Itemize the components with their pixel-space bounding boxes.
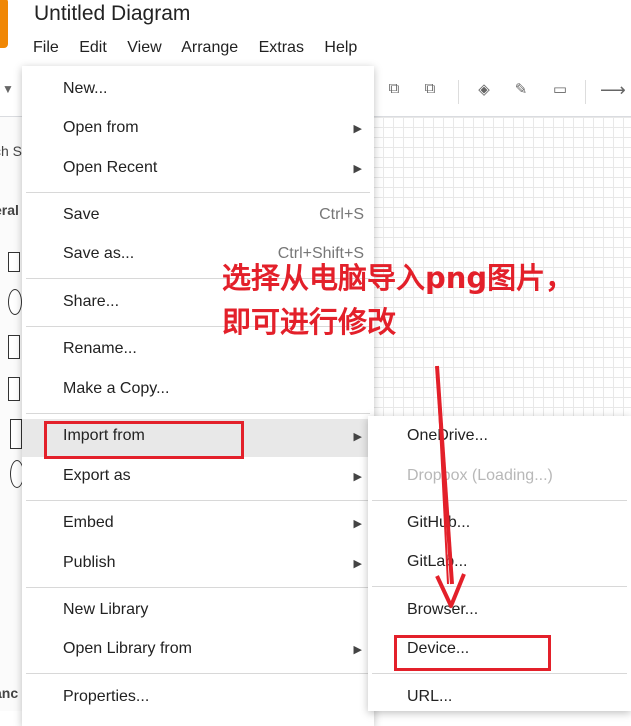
menu-item-label: Save <box>63 206 100 223</box>
menu-file[interactable]: File <box>33 39 59 56</box>
import-github[interactable]: GitHub... <box>368 506 631 544</box>
shapes-sidebar: ch S eral anc <box>0 117 23 711</box>
menu-separator <box>372 673 627 674</box>
menu-item-label: New... <box>63 80 108 97</box>
menu-item-label: Open Library from <box>63 640 192 657</box>
submenu-arrow-icon: ▶ <box>353 471 362 483</box>
fill-color-icon[interactable]: ◈ <box>474 80 494 100</box>
import-gitlab[interactable]: GitLab... <box>368 545 631 583</box>
menu-item-label: Embed <box>63 514 114 531</box>
menu-item-embed[interactable]: Embed ▶ <box>22 506 374 544</box>
menu-view[interactable]: View <box>127 39 161 56</box>
menu-item-label: Share... <box>63 293 120 310</box>
title-bar: Untitled Diagram File Edit View Arrange … <box>0 0 631 66</box>
submenu-item-label: GitLab... <box>407 553 468 570</box>
submenu-item-label: GitHub... <box>407 514 471 531</box>
menu-item-export-as[interactable]: Export as ▶ <box>22 459 374 497</box>
menu-item-label: Open from <box>63 119 139 136</box>
menu-item-label: Save as... <box>63 245 135 262</box>
menu-item-open-library-from[interactable]: Open Library from ▶ <box>22 632 374 670</box>
device-highlight-box <box>394 635 551 671</box>
menu-separator <box>26 413 370 414</box>
menu-edit[interactable]: Edit <box>79 39 107 56</box>
connection-arrow-icon[interactable]: ⟶ <box>600 80 626 100</box>
submenu-arrow-icon: ▶ <box>353 123 362 135</box>
menu-item-label: Properties... <box>63 688 150 705</box>
cube-shape[interactable] <box>8 377 20 401</box>
import-from-highlight-box <box>44 421 244 459</box>
annotation-text: 选择从电脑导入png图片， 即可进行修改 <box>222 256 574 344</box>
menu-item-save[interactable]: Save Ctrl+S <box>22 198 374 236</box>
menu-item-publish[interactable]: Publish ▶ <box>22 546 374 584</box>
menu-separator <box>26 587 370 588</box>
submenu-item-label: URL... <box>407 688 453 705</box>
diamond-shape[interactable] <box>8 335 20 359</box>
to-back-icon[interactable]: ⧉ <box>420 80 440 100</box>
menu-item-make-copy[interactable]: Make a Copy... <box>22 372 374 410</box>
menu-item-properties[interactable]: Properties... <box>22 680 374 718</box>
menu-separator <box>26 192 370 193</box>
menu-separator <box>26 673 370 674</box>
menu-item-new[interactable]: New... <box>22 72 374 110</box>
document-shape[interactable] <box>10 419 22 449</box>
dropdown-caret-icon[interactable]: ▼ <box>2 82 14 96</box>
menu-item-label: Open Recent <box>63 159 158 176</box>
to-front-icon[interactable]: ⧉ <box>384 80 404 100</box>
menu-separator <box>372 500 627 501</box>
submenu-arrow-icon: ▶ <box>353 558 362 570</box>
toolbar-divider <box>458 80 459 104</box>
file-menu: New... Open from ▶ Open Recent ▶ Save Ct… <box>22 66 374 726</box>
menu-arrange[interactable]: Arrange <box>181 39 238 56</box>
menu-separator <box>26 500 370 501</box>
document-title[interactable]: Untitled Diagram <box>34 2 190 26</box>
submenu-arrow-icon: ▶ <box>353 163 362 175</box>
import-dropbox: Dropbox (Loading...) <box>368 459 631 497</box>
menu-item-label: Make a Copy... <box>63 380 170 397</box>
menu-extras[interactable]: Extras <box>259 39 304 56</box>
line-color-icon[interactable]: ✎ <box>511 80 531 100</box>
ellipse-shape[interactable] <box>8 289 22 315</box>
annotation-line-2: 即可进行修改 <box>222 305 397 339</box>
general-section-label[interactable]: eral <box>0 202 19 218</box>
menu-item-new-library[interactable]: New Library <box>22 593 374 631</box>
menu-help[interactable]: Help <box>324 39 357 56</box>
menu-item-label: Export as <box>63 467 131 484</box>
import-browser[interactable]: Browser... <box>368 593 631 631</box>
annotation-line-1: 选择从电脑导入png图片， <box>222 261 575 295</box>
shortcut-text: Ctrl+S <box>319 206 364 223</box>
menu-item-label: Publish <box>63 554 116 571</box>
submenu-arrow-icon: ▶ <box>353 644 362 656</box>
search-shapes-input[interactable]: ch S <box>0 143 22 159</box>
shadow-icon[interactable]: ▭ <box>550 80 570 100</box>
submenu-arrow-icon: ▶ <box>353 518 362 530</box>
menu-bar: File Edit View Arrange Extras Help <box>33 39 373 57</box>
menu-item-open-from[interactable]: Open from ▶ <box>22 111 374 149</box>
submenu-item-label: OneDrive... <box>407 427 488 444</box>
toolbar-divider <box>585 80 586 104</box>
submenu-item-label: Browser... <box>407 601 479 618</box>
drawio-logo-icon <box>0 0 8 48</box>
submenu-item-label: Dropbox (Loading...) <box>407 467 553 484</box>
menu-item-label: New Library <box>63 601 149 618</box>
menu-item-label: Rename... <box>63 340 137 357</box>
menu-item-open-recent[interactable]: Open Recent ▶ <box>22 151 374 189</box>
import-url[interactable]: URL... <box>368 680 631 718</box>
import-onedrive[interactable]: OneDrive... <box>368 419 631 457</box>
advanced-section-label[interactable]: anc <box>0 685 18 701</box>
submenu-arrow-icon: ▶ <box>353 431 362 443</box>
rectangle-shape[interactable] <box>8 252 20 272</box>
menu-separator <box>372 586 627 587</box>
